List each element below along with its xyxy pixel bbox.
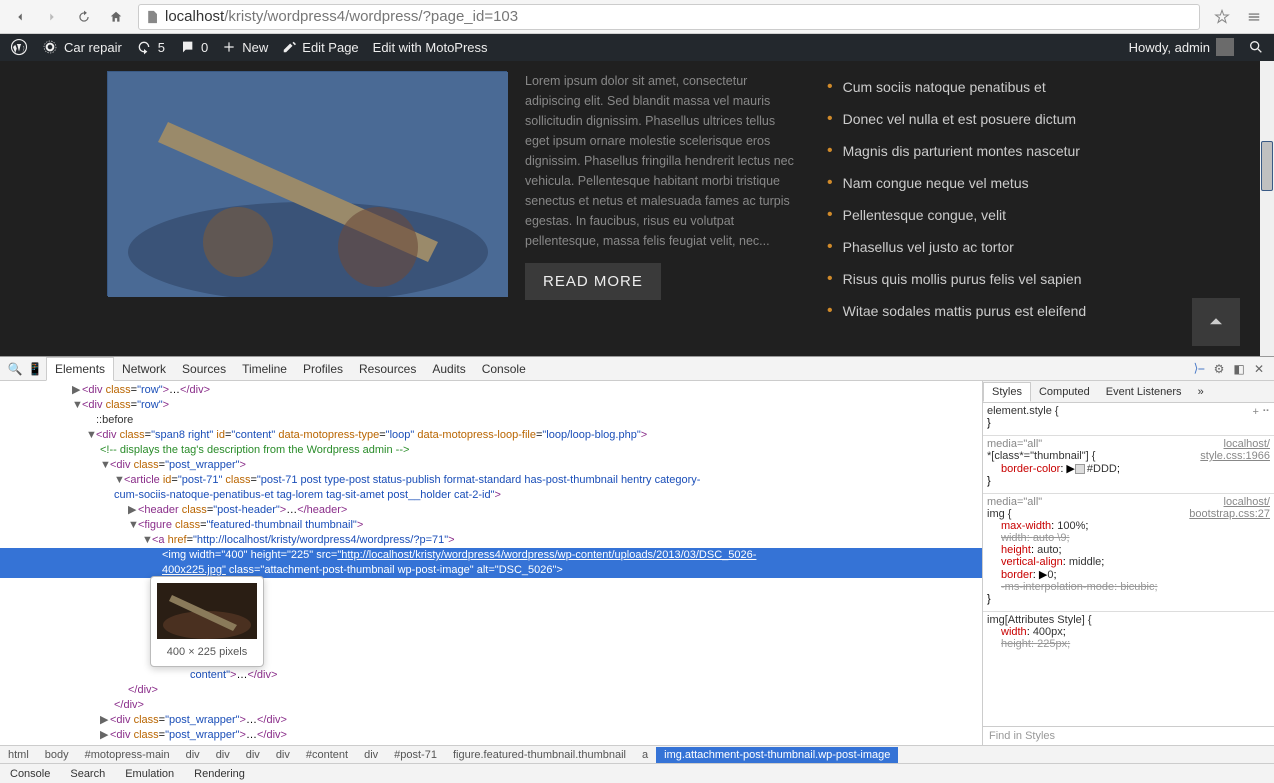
forward-button[interactable]	[38, 4, 66, 30]
devtools-tab-network[interactable]: Network	[114, 358, 174, 380]
devtools-tab-console[interactable]: Console	[474, 358, 534, 380]
home-button[interactable]	[102, 4, 130, 30]
sidebar-link[interactable]: Nam congue neque vel metus	[827, 167, 1167, 199]
image-preview-popup: 400 × 225 pixels	[150, 576, 264, 667]
styles-more[interactable]: »	[1190, 383, 1212, 401]
find-in-styles[interactable]: Find in Styles	[983, 726, 1274, 745]
settings-icon[interactable]: ⚙	[1210, 362, 1228, 376]
devtools-tab-profiles[interactable]: Profiles	[295, 358, 351, 380]
style-source-link[interactable]: style.css:1966	[1200, 450, 1270, 462]
inspect-icon[interactable]: 🔍	[6, 362, 24, 376]
wp-new[interactable]: New	[222, 40, 268, 55]
wp-updates[interactable]: 5	[136, 39, 165, 55]
drawer-tab-search[interactable]: Search	[60, 766, 115, 782]
devtools-tab-sources[interactable]: Sources	[174, 358, 234, 380]
sidebar-link[interactable]: Pellentesque congue, velit	[827, 199, 1167, 231]
drawer-tab-rendering[interactable]: Rendering	[184, 766, 255, 782]
styles-tab-computed[interactable]: Computed	[1031, 383, 1098, 401]
devtools: 🔍 📱 ElementsNetworkSourcesTimelineProfil…	[0, 356, 1274, 783]
device-icon[interactable]: 📱	[26, 362, 44, 376]
sidebar-link[interactable]: Donec vel nulla et est posuere dictum	[827, 103, 1167, 135]
drawer-icon[interactable]: ⟩⎯	[1190, 361, 1208, 376]
elements-panel[interactable]: ▶<div class="row">…</div> ▼<div class="r…	[0, 381, 982, 745]
breadcrumb-item[interactable]: #post-71	[386, 747, 445, 763]
style-source-link[interactable]: localhost/	[1224, 496, 1270, 508]
page-icon	[145, 10, 159, 24]
devtools-tab-resources[interactable]: Resources	[351, 358, 424, 380]
sidebar-link[interactable]: Cum sociis natoque penatibus et	[827, 71, 1167, 103]
browser-toolbar: localhost/kristy/wordpress4/wordpress/?p…	[0, 0, 1274, 34]
wp-howdy[interactable]: Howdy, admin	[1129, 38, 1234, 56]
avatar	[1216, 38, 1234, 56]
styles-panel: StylesComputedEvent Listeners» element.s…	[982, 381, 1274, 745]
breadcrumb-item[interactable]: figure.featured-thumbnail.thumbnail	[445, 747, 634, 763]
breadcrumb-item[interactable]: div	[268, 747, 298, 763]
menu-button[interactable]	[1240, 4, 1268, 30]
url-host: localhost	[165, 8, 224, 25]
drawer-tab-console[interactable]: Console	[0, 766, 60, 782]
breadcrumb-item[interactable]: html	[0, 747, 37, 763]
devtools-drawer-tabs: ConsoleSearchEmulationRendering	[0, 763, 1274, 783]
dom-breadcrumb[interactable]: htmlbody#motopress-maindivdivdivdiv#cont…	[0, 745, 1274, 763]
devtools-tab-elements[interactable]: Elements	[46, 357, 114, 381]
sidebar-link[interactable]: Witae sodales mattis purus est eleifend	[827, 295, 1167, 327]
devtools-tab-timeline[interactable]: Timeline	[234, 358, 295, 380]
wp-comments[interactable]: 0	[179, 39, 208, 55]
sidebar-link[interactable]: Phasellus vel justo ac tortor	[827, 231, 1167, 263]
style-source-link[interactable]: localhost/	[1224, 438, 1270, 450]
wp-search[interactable]	[1248, 39, 1264, 55]
styles-tab-event-listeners[interactable]: Event Listeners	[1098, 383, 1190, 401]
sidebar-link[interactable]: Risus quis mollis purus felis vel sapien	[827, 263, 1167, 295]
site-body: img.attachment-post-thumbnail.wp-post-im…	[0, 61, 1274, 356]
drawer-tab-emulation[interactable]: Emulation	[115, 766, 184, 782]
breadcrumb-item[interactable]: div	[208, 747, 238, 763]
dock-icon[interactable]: ◧	[1230, 362, 1248, 376]
url-path: /kristy/wordpress4/wordpress/?page_id=10…	[224, 8, 518, 25]
sidebar-links: Cum sociis natoque penatibus etDonec vel…	[827, 71, 1167, 327]
breadcrumb-item[interactable]: #content	[298, 747, 356, 763]
wp-site-name[interactable]: Car repair	[42, 39, 122, 55]
post-thumbnail[interactable]	[107, 71, 507, 296]
breadcrumb-item[interactable]: div	[178, 747, 208, 763]
devtools-tab-audits[interactable]: Audits	[424, 358, 473, 380]
back-button[interactable]	[6, 4, 34, 30]
wp-motopress[interactable]: Edit with MotoPress	[373, 40, 488, 55]
new-rule-icon[interactable]: + ⠒	[1252, 405, 1270, 418]
wp-admin-bar: Car repair 5 0 New Edit Page Edit with M…	[0, 34, 1274, 61]
scroll-to-top-button[interactable]	[1192, 298, 1240, 346]
devtools-tabs: 🔍 📱 ElementsNetworkSourcesTimelineProfil…	[0, 357, 1274, 381]
styles-tab-styles[interactable]: Styles	[983, 382, 1031, 402]
selected-dom-node[interactable]: <img width="400" height="225" src="http:…	[0, 548, 982, 563]
post-excerpt: Lorem ipsum dolor sit amet, consectetur …	[525, 71, 797, 251]
reload-button[interactable]	[70, 4, 98, 30]
wp-edit-page[interactable]: Edit Page	[282, 40, 358, 55]
page-scrollbar[interactable]	[1260, 61, 1274, 356]
breadcrumb-item[interactable]: div	[238, 747, 268, 763]
breadcrumb-item[interactable]: div	[356, 747, 386, 763]
close-devtools-icon[interactable]: ✕	[1250, 362, 1268, 376]
breadcrumb-item[interactable]: body	[37, 747, 77, 763]
breadcrumb-item[interactable]: a	[634, 747, 656, 763]
read-more-button[interactable]: READ MORE	[525, 263, 661, 300]
url-bar[interactable]: localhost/kristy/wordpress4/wordpress/?p…	[138, 4, 1200, 30]
bookmark-button[interactable]	[1208, 4, 1236, 30]
breadcrumb-item[interactable]: img.attachment-post-thumbnail.wp-post-im…	[656, 747, 898, 763]
sidebar-link[interactable]: Magnis dis parturient montes nascetur	[827, 135, 1167, 167]
breadcrumb-item[interactable]: #motopress-main	[77, 747, 178, 763]
style-source-link[interactable]: bootstrap.css:27	[1189, 508, 1270, 520]
wp-logo[interactable]	[10, 38, 28, 56]
